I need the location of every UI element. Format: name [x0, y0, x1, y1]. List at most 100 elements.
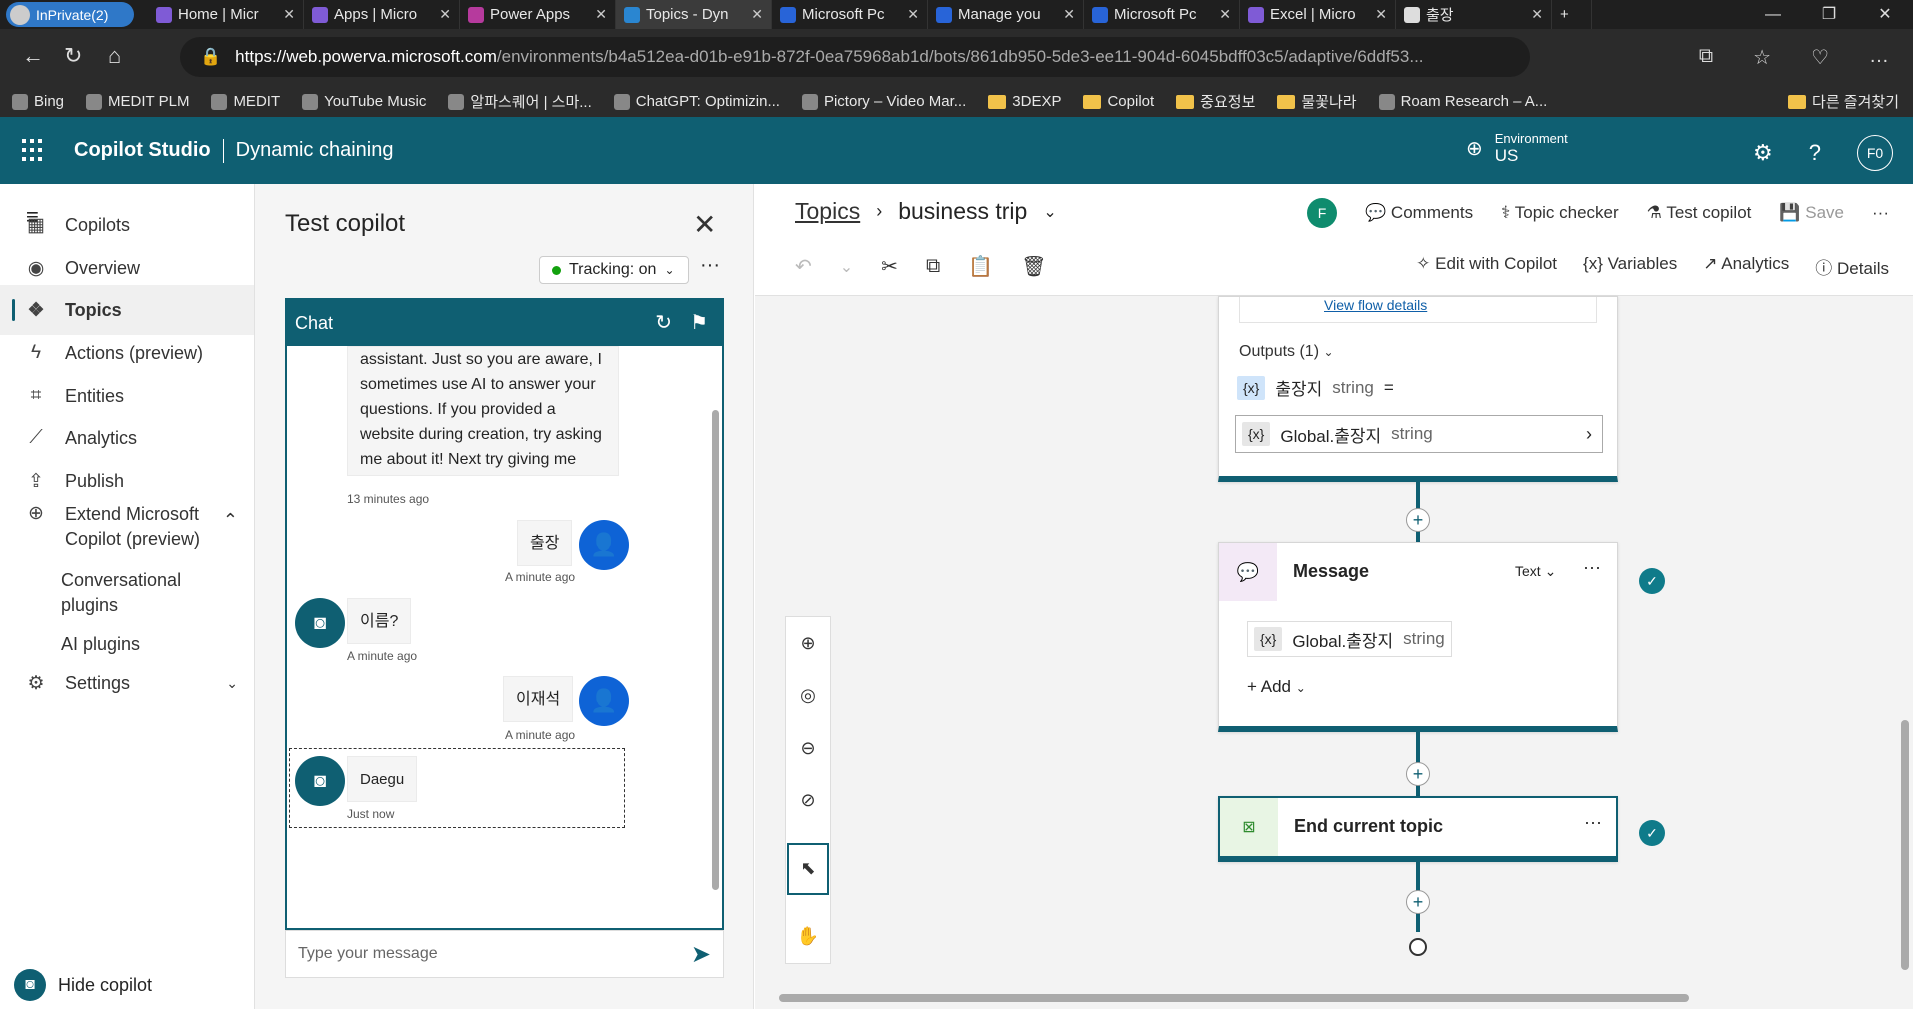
browser-tab[interactable]: Apps | Micro ✕: [304, 0, 460, 29]
nav-ai-plugins[interactable]: AI plugins: [61, 632, 241, 657]
home-icon[interactable]: ⌂: [108, 43, 121, 69]
bookmark-item[interactable]: Pictory – Video Mar...: [801, 93, 966, 110]
more-options-icon[interactable]: ···: [1584, 812, 1602, 833]
tab-close-icon[interactable]: ✕: [751, 6, 763, 23]
add-node-button[interactable]: +: [1406, 762, 1430, 786]
vertical-scroll-thumb[interactable]: [1901, 720, 1909, 970]
browser-tab[interactable]: Home | Micr ✕: [148, 0, 304, 29]
edit-with-copilot-button[interactable]: ✧ Edit with Copilot: [1416, 254, 1557, 279]
add-content-button[interactable]: + Add ⌄: [1247, 677, 1306, 697]
help-icon[interactable]: ?: [1809, 140, 1821, 166]
favorites-icon[interactable]: ☆: [1753, 45, 1771, 70]
settings-gear-icon[interactable]: ⚙: [1753, 140, 1773, 166]
output-target-field[interactable]: {x} Global.출장지 string ›: [1235, 415, 1603, 453]
output-variable[interactable]: {x} 출장지 string =: [1237, 375, 1394, 400]
undo-icon[interactable]: ↶: [795, 254, 812, 279]
tracking-dropdown[interactable]: Tracking: on ⌄: [539, 256, 689, 284]
nav-conversational-plugins[interactable]: Conversational plugins: [61, 568, 241, 618]
copy-icon[interactable]: ⧉: [926, 255, 940, 278]
send-icon[interactable]: ➤: [691, 940, 711, 969]
add-node-button[interactable]: +: [1406, 508, 1430, 532]
more-options-icon[interactable]: ···: [700, 254, 720, 277]
bookmark-item[interactable]: YouTube Music: [302, 93, 426, 110]
topic-checker-button[interactable]: ⚕ Topic checker: [1501, 203, 1619, 223]
bookmark-item[interactable]: 알파스퀘어 | 스마...: [448, 91, 592, 112]
chevron-up-icon[interactable]: ⌃: [223, 510, 238, 531]
bookmark-item[interactable]: Bing: [12, 93, 64, 110]
cut-icon[interactable]: ✂: [881, 254, 898, 279]
bookmark-item[interactable]: 중요정보: [1176, 91, 1255, 112]
browser-tab[interactable]: 출장 ✕: [1396, 0, 1552, 29]
split-screen-icon[interactable]: ⧉: [1699, 45, 1713, 70]
nav-settings[interactable]: ⚙ Settings ⌄: [0, 658, 254, 708]
tab-close-icon[interactable]: ✕: [595, 6, 607, 23]
other-favorites[interactable]: 다른 즐겨찾기: [1788, 91, 1899, 112]
health-icon[interactable]: ♡: [1811, 45, 1829, 70]
chevron-down-icon[interactable]: ⌄: [840, 257, 853, 277]
delete-icon[interactable]: 🗑: [1021, 254, 1046, 279]
recenter-icon[interactable]: ◎: [800, 685, 816, 706]
app-name[interactable]: Copilot Studio: [74, 139, 211, 162]
message-variable-chip[interactable]: {x} Global.출장지 string: [1247, 621, 1452, 657]
bookmark-item[interactable]: MEDIT: [211, 93, 280, 110]
outputs-toggle[interactable]: Outputs (1) ⌄: [1239, 343, 1334, 361]
app-launcher-icon[interactable]: [22, 138, 46, 163]
chat-scroll-thumb[interactable]: [712, 410, 719, 890]
environment-picker[interactable]: ⊕ Environment US: [1466, 131, 1568, 166]
tab-close-icon[interactable]: ✕: [439, 6, 451, 23]
browser-tab[interactable]: Manage you ✕: [928, 0, 1084, 29]
comments-button[interactable]: 💬 Comments: [1365, 203, 1473, 223]
zoom-in-icon[interactable]: ⊕: [800, 633, 815, 654]
end-topic-node[interactable]: ⊠ End current topic ···: [1218, 796, 1618, 862]
bookmark-item[interactable]: 3DEXP: [988, 93, 1061, 110]
vertical-scrollbar[interactable]: [1899, 296, 1911, 986]
message-mode-dropdown[interactable]: Text ⌄: [1515, 563, 1556, 580]
minimize-icon[interactable]: —: [1745, 0, 1801, 29]
chevron-down-icon[interactable]: ⌄: [1043, 202, 1056, 222]
browser-menu-icon[interactable]: …: [1869, 45, 1889, 70]
zoom-out-icon[interactable]: ⊖: [800, 738, 815, 759]
back-icon[interactable]: ←: [22, 43, 44, 69]
hide-copilot-button[interactable]: ◙ Hide copilot: [14, 969, 152, 1001]
restore-icon[interactable]: ❐: [1801, 0, 1857, 29]
variables-button[interactable]: {x} Variables: [1583, 254, 1677, 279]
breadcrumb-topics[interactable]: Topics: [795, 198, 860, 225]
inprivate-profile[interactable]: InPrivate(2): [6, 2, 134, 27]
test-copilot-button[interactable]: ⚗ Test copilot: [1647, 203, 1752, 223]
flag-icon[interactable]: ⚑: [690, 310, 708, 335]
restart-icon[interactable]: ↻: [655, 310, 672, 335]
url-field[interactable]: 🔒 https://web.powerva.microsoft.com/envi…: [180, 37, 1530, 77]
nav-item-extend[interactable]: ⊕ Extend Microsoft Copilot (preview) ⌃: [0, 496, 254, 560]
tab-close-icon[interactable]: ✕: [1219, 6, 1231, 23]
close-window-icon[interactable]: ✕: [1857, 0, 1913, 29]
details-button[interactable]: ⓘ Details: [1815, 254, 1889, 279]
browser-tab[interactable]: Microsoft Pc ✕: [772, 0, 928, 29]
chat-input[interactable]: Type your message ➤: [285, 930, 724, 978]
bookmark-item[interactable]: 물꽃나라: [1277, 91, 1357, 112]
view-flow-details-link[interactable]: View flow details: [1324, 297, 1427, 313]
minimap-icon[interactable]: ⊘: [800, 790, 815, 811]
tab-close-icon[interactable]: ✕: [1063, 6, 1075, 23]
bookmark-item[interactable]: MEDIT PLM: [86, 93, 189, 110]
action-node[interactable]: View flow details Outputs (1) ⌄ {x} 출장지 …: [1218, 296, 1618, 482]
more-options-icon[interactable]: ···: [1872, 203, 1889, 223]
bookmark-item[interactable]: ChatGPT: Optimizin...: [613, 93, 780, 110]
tab-close-icon[interactable]: ✕: [1375, 6, 1387, 23]
analytics-button[interactable]: ↗ Analytics: [1703, 254, 1789, 279]
new-tab-icon[interactable]: +: [1552, 0, 1592, 29]
save-button[interactable]: 💾 Save: [1779, 203, 1844, 223]
chat-scrollbar[interactable]: [710, 350, 720, 926]
horizontal-scrollbar[interactable]: [765, 992, 1895, 1004]
refresh-icon[interactable]: ↻: [64, 43, 82, 69]
paste-icon[interactable]: 📋: [968, 254, 993, 279]
browser-tab[interactable]: Excel | Micro ✕: [1240, 0, 1396, 29]
message-node[interactable]: 💬 Message Text ⌄ ··· {x} Global.출장지 stri…: [1218, 542, 1618, 732]
add-node-button[interactable]: +: [1406, 890, 1430, 914]
browser-tab[interactable]: Topics - Dyn ✕: [616, 0, 772, 29]
tab-close-icon[interactable]: ✕: [1531, 6, 1543, 23]
bookmark-item[interactable]: Roam Research – A...: [1378, 93, 1547, 110]
tab-close-icon[interactable]: ✕: [907, 6, 919, 23]
close-icon[interactable]: ✕: [693, 208, 716, 241]
tab-close-icon[interactable]: ✕: [283, 6, 295, 23]
browser-tab[interactable]: Microsoft Pc ✕: [1084, 0, 1240, 29]
